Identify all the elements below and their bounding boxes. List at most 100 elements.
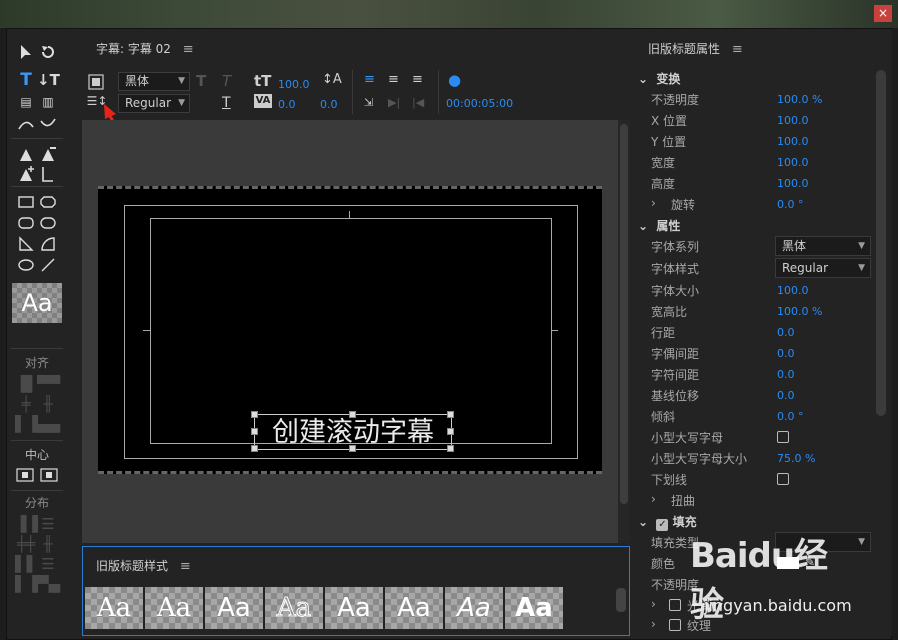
align-bottom-icon[interactable]: ▄▄ xyxy=(37,414,60,434)
distribute-top-icon[interactable]: ☰ xyxy=(37,514,59,534)
resize-handle[interactable] xyxy=(251,445,258,452)
align-top-icon[interactable]: ▀▀ xyxy=(37,374,60,394)
wedge-tool-icon[interactable] xyxy=(15,234,37,254)
rounded-rectangle-tool-icon[interactable] xyxy=(15,213,37,233)
style-swatch[interactable]: Aa xyxy=(445,587,503,629)
vertical-path-type-tool-icon[interactable] xyxy=(37,114,59,134)
bold-icon[interactable]: T xyxy=(196,72,206,90)
style-swatch[interactable]: Aa xyxy=(325,587,383,629)
font-family-dropdown[interactable]: 黑体 ▼ xyxy=(118,72,190,91)
transform-section-header[interactable]: ⌄ 变换 xyxy=(638,70,680,87)
distribute-left-icon[interactable]: ▐▐ xyxy=(15,514,38,534)
resize-handle[interactable] xyxy=(349,445,356,452)
clipped-rectangle-tool-icon[interactable] xyxy=(37,192,59,212)
underline-checkbox[interactable] xyxy=(777,473,789,485)
property-value[interactable]: 0.0 xyxy=(777,326,795,339)
arc-tool-icon[interactable] xyxy=(37,234,59,254)
panel-menu-icon[interactable]: ≡ xyxy=(183,42,194,57)
center-horizontal-icon[interactable] xyxy=(13,465,37,485)
resize-handle[interactable] xyxy=(447,428,454,435)
chevron-right-icon[interactable]: › xyxy=(651,597,656,611)
property-value[interactable]: 75.0 % xyxy=(777,452,815,465)
resize-handle[interactable] xyxy=(251,411,258,418)
style-swatch[interactable]: Aa xyxy=(265,587,323,629)
align-center-text-icon[interactable]: ≡ xyxy=(388,72,399,87)
tab-right-icon[interactable]: |◀ xyxy=(412,96,424,109)
distribute-hcenter-icon[interactable]: ╪╪ xyxy=(15,534,37,554)
kerning-value[interactable]: 0.0 xyxy=(278,98,296,111)
align-right-text-icon[interactable]: ≡ xyxy=(412,72,423,87)
roll-crawl-options-icon[interactable] xyxy=(88,74,104,90)
leading-icon[interactable]: ↕A xyxy=(322,72,342,87)
font-size-icon[interactable]: tT xyxy=(254,72,271,90)
property-value[interactable]: 100.0 % xyxy=(777,305,822,318)
tab-left-icon[interactable]: ⇲ xyxy=(364,96,373,109)
distribute-hspace-icon[interactable]: ▌▐ xyxy=(15,574,38,594)
style-swatch[interactable]: Aa xyxy=(85,587,143,629)
chevron-right-icon[interactable]: › xyxy=(651,492,656,506)
property-value[interactable]: 0.0 xyxy=(777,389,795,402)
resize-handle[interactable] xyxy=(251,428,258,435)
canvas-scrollbar[interactable] xyxy=(618,120,630,543)
property-value[interactable]: 0.0 ° xyxy=(777,198,804,211)
property-value[interactable]: 100.0 xyxy=(777,156,809,169)
property-value[interactable]: 0.0 xyxy=(777,368,795,381)
chevron-right-icon[interactable]: › xyxy=(651,617,656,631)
font-family-select[interactable]: 黑体 ▼ xyxy=(775,236,871,256)
ellipse-tool-icon[interactable] xyxy=(15,255,37,275)
align-left-icon[interactable]: ▐▌ xyxy=(15,374,38,394)
scrollbar-thumb[interactable] xyxy=(620,124,628,504)
fill-checkbox[interactable]: ✓ xyxy=(656,519,669,531)
style-swatch[interactable]: Aa xyxy=(145,587,203,629)
texture-checkbox[interactable] xyxy=(669,619,681,631)
font-style-select[interactable]: Regular ▼ xyxy=(775,258,871,278)
fill-section-header[interactable]: ⌄ ✓ 填充 xyxy=(638,513,697,531)
style-swatch[interactable]: Aa xyxy=(385,587,443,629)
add-anchor-tool-icon[interactable] xyxy=(15,164,37,184)
vertical-area-type-tool-icon[interactable]: ▥ xyxy=(37,92,59,112)
vertical-type-tool-icon[interactable]: ↓T xyxy=(37,70,60,90)
property-value[interactable]: 100.0 xyxy=(777,135,809,148)
type-tool-icon[interactable]: T xyxy=(15,70,37,90)
resize-handle[interactable] xyxy=(447,445,454,452)
delete-anchor-tool-icon[interactable] xyxy=(37,144,59,164)
property-value[interactable]: 100.0 xyxy=(777,284,809,297)
distribute-bottom-icon[interactable]: ☰ xyxy=(37,554,59,574)
rounded-corner-rectangle-tool-icon[interactable] xyxy=(37,213,59,233)
property-value[interactable]: 0.0 ° xyxy=(777,410,804,423)
style-swatch[interactable]: Aa xyxy=(505,587,563,629)
italic-icon[interactable]: T xyxy=(222,72,231,90)
align-vcenter-icon[interactable]: ╫ xyxy=(37,394,59,414)
styles-scrollbar[interactable] xyxy=(616,588,626,612)
tab-center-icon[interactable]: ▶| xyxy=(388,96,400,109)
rectangle-tool-icon[interactable] xyxy=(15,192,37,212)
close-button[interactable]: × xyxy=(874,5,892,22)
align-left-text-icon[interactable]: ≡ xyxy=(364,72,375,87)
rotate-tool-icon[interactable] xyxy=(37,42,59,62)
property-value[interactable]: 100.0 % xyxy=(777,93,822,106)
sheen-checkbox[interactable] xyxy=(669,599,681,611)
align-right-icon[interactable]: ▌▐ xyxy=(15,414,38,434)
properties-scrollbar[interactable] xyxy=(876,70,886,416)
pen-tool-icon[interactable] xyxy=(15,144,37,164)
style-swatch[interactable]: Aa xyxy=(205,587,263,629)
distribute-vcenter-icon[interactable]: ╫ xyxy=(37,534,59,554)
property-value[interactable]: 100.0 xyxy=(777,177,809,190)
resize-handle[interactable] xyxy=(447,411,454,418)
underline-icon[interactable]: T xyxy=(222,95,231,111)
resize-handle[interactable] xyxy=(349,411,356,418)
property-value[interactable]: 100.0 xyxy=(777,114,809,127)
area-type-tool-icon[interactable]: ▤ xyxy=(15,92,37,112)
center-vertical-icon[interactable] xyxy=(37,465,61,485)
panel-menu-icon[interactable]: ≡ xyxy=(732,42,743,57)
timecode-value[interactable]: 00:00:05:00 xyxy=(446,97,513,110)
line-tool-icon[interactable] xyxy=(37,255,59,275)
leading-value[interactable]: 0.0 xyxy=(320,98,338,111)
font-size-value[interactable]: 100.0 xyxy=(278,78,310,91)
path-type-tool-icon[interactable] xyxy=(15,114,37,134)
small-caps-checkbox[interactable] xyxy=(777,431,789,443)
align-hcenter-icon[interactable]: ╪ xyxy=(15,394,37,414)
properties-section-header[interactable]: ⌄ 属性 xyxy=(638,217,680,234)
distribute-vspace-icon[interactable]: ▀▄ xyxy=(37,574,60,594)
kerning-icon[interactable]: VA xyxy=(254,94,272,108)
